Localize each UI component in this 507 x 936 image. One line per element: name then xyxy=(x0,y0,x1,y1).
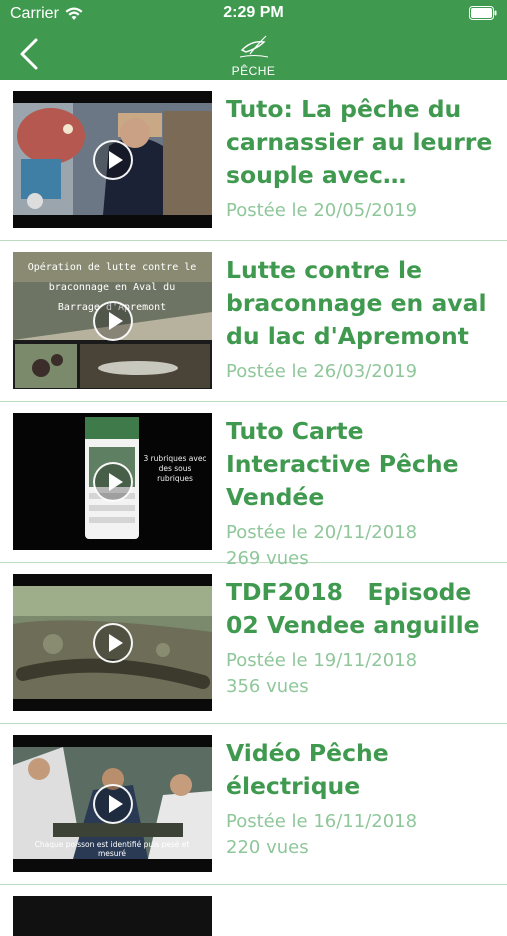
status-time: 2:29 PM xyxy=(223,4,284,21)
video-date: Postée le 16/11/2018 xyxy=(226,811,418,832)
video-date: Postée le 26/03/2019 xyxy=(226,361,418,382)
fish-logo-icon xyxy=(239,35,268,58)
thumb-caption-line: braconnage en Aval du xyxy=(49,282,175,293)
thumb-caption-line: des sous xyxy=(159,464,192,473)
video-date: Postée le 20/11/2018 xyxy=(226,522,418,543)
play-icon xyxy=(92,139,133,180)
nav-bar: PÊCHE xyxy=(0,28,507,80)
video-row[interactable]: Tuto: La pêche du carnassier au leurre s… xyxy=(0,80,507,241)
video-info: Lutte contre le braconnage en aval du la… xyxy=(226,254,499,385)
thumb-caption-line: Chaque poisson est identifié puis pesé e… xyxy=(35,840,190,849)
video-info: Vidéo Pêche électrique Postée le 16/11/2… xyxy=(226,737,499,861)
video-thumbnail[interactable]: Opération de lutte contre le braconnage … xyxy=(13,252,212,389)
back-button[interactable] xyxy=(14,36,50,72)
thumb-caption-line: Opération de lutte contre le xyxy=(28,261,197,273)
thumb-caption-line: mesuré xyxy=(98,849,126,858)
video-title: TDF2018 Episode 02 Vendee anguille xyxy=(226,578,480,639)
video-row[interactable]: Opération de lutte contre le braconnage … xyxy=(0,241,507,402)
video-list: Tuto: La pêche du carnassier au leurre s… xyxy=(0,80,507,936)
play-icon xyxy=(92,461,133,502)
status-bar: Carrier 2:29 PM xyxy=(0,0,507,28)
video-info: Tuto: La pêche du carnassier au leurre s… xyxy=(226,93,499,224)
video-info: TDF2018 Episode 02 Vendee anguille Posté… xyxy=(226,576,499,700)
play-icon xyxy=(92,300,133,341)
thumb-caption-line: 3 rubriques avec xyxy=(143,454,206,463)
video-title: Vidéo Pêche électrique xyxy=(226,739,389,800)
video-row[interactable] xyxy=(0,885,507,936)
video-thumbnail[interactable] xyxy=(13,91,212,228)
logo-label: PÊCHE xyxy=(231,64,276,78)
video-thumbnail[interactable] xyxy=(13,574,212,711)
play-icon xyxy=(92,783,133,824)
peche-logo: PÊCHE xyxy=(226,30,282,78)
play-icon xyxy=(92,622,133,663)
video-date: Postée le 19/11/2018 xyxy=(226,650,418,671)
video-title: Tuto Carte Interactive Pêche Vendée xyxy=(226,417,459,511)
video-thumbnail[interactable]: Chaque poisson est identifié puis pesé e… xyxy=(13,735,212,872)
battery-icon xyxy=(469,6,497,25)
video-row[interactable]: TDF2018 Episode 02 Vendee anguille Posté… xyxy=(0,563,507,724)
video-info: Tuto Carte Interactive Pêche Vendée Post… xyxy=(226,415,499,572)
video-date: Postée le 20/05/2019 xyxy=(226,200,418,221)
video-thumbnail[interactable]: 3 rubriques avec des sous rubriques xyxy=(13,413,212,550)
video-views: 220 vues xyxy=(226,837,309,858)
chevron-left-icon xyxy=(20,38,38,70)
video-views: 356 vues xyxy=(226,676,309,697)
video-title: Lutte contre le braconnage en aval du la… xyxy=(226,256,487,350)
thumb-caption-line: rubriques xyxy=(157,474,193,483)
video-row[interactable]: Chaque poisson est identifié puis pesé e… xyxy=(0,724,507,885)
video-thumbnail[interactable] xyxy=(13,896,212,936)
video-row[interactable]: 3 rubriques avec des sous rubriques Tuto… xyxy=(0,402,507,569)
video-title: Tuto: La pêche du carnassier au leurre s… xyxy=(226,95,493,189)
